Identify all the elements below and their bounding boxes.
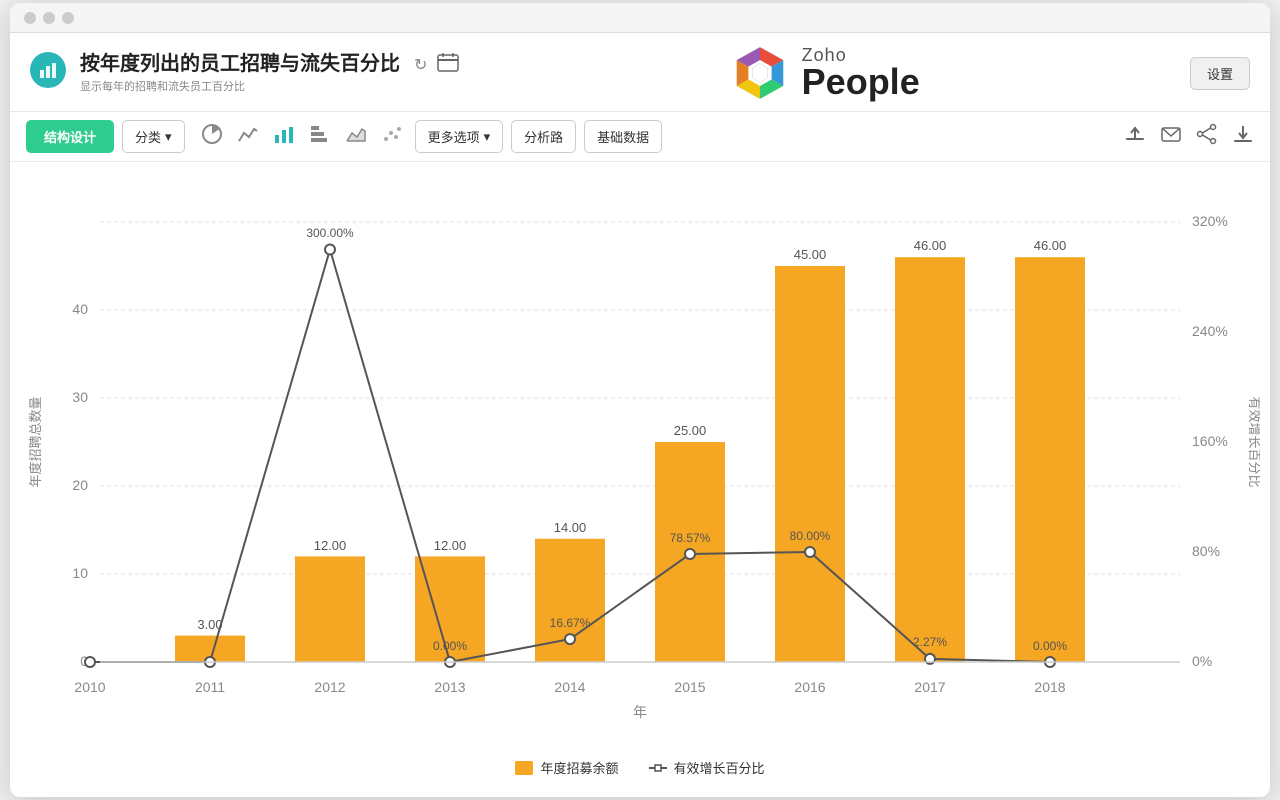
svg-text:45.00: 45.00 [794,247,827,262]
svg-text:300.00%: 300.00% [306,226,354,240]
svg-text:12.00: 12.00 [434,538,467,553]
svg-text:0.00%: 0.00% [433,639,467,653]
svg-text:80%: 80% [1192,543,1220,559]
close-dot[interactable] [24,12,36,24]
svg-text:240%: 240% [1192,323,1228,339]
maximize-dot[interactable] [62,12,74,24]
svg-text:2010: 2010 [74,679,105,695]
header-left: 按年度列出的员工招聘与流失百分比 显示每年的招聘和流失员工百分比 ↻ [30,52,459,94]
svg-text:2017: 2017 [914,679,945,695]
svg-text:16.67%: 16.67% [550,616,591,630]
main-window: 按年度列出的员工招聘与流失百分比 显示每年的招聘和流失员工百分比 ↻ [10,3,1270,797]
chart-area: 0 10 20 30 40 0% 80% 160% 240% 320% 年度招聘… [10,162,1270,797]
logo-text: Zoho People [802,46,920,100]
svg-text:2011: 2011 [195,679,225,695]
svg-text:80.00%: 80.00% [790,529,831,543]
email-icon-button[interactable] [1160,123,1182,150]
report-icon [30,52,66,88]
bar-2016 [775,266,845,662]
chart-legend: 年度招募余额 有效增长百分比 [20,752,1260,787]
scatter-chart-button[interactable] [377,121,407,152]
area-chart-button[interactable] [341,121,371,152]
svg-text:46.00: 46.00 [914,238,947,253]
legend-line-item: 有效增长百分比 [649,758,765,777]
svg-text:14.00: 14.00 [554,520,587,535]
pie-chart-button[interactable] [197,121,227,152]
svg-text:160%: 160% [1192,433,1228,449]
svg-text:20: 20 [72,477,88,493]
more-chevron: ▾ [484,129,491,145]
svg-text:有效增长百分比: 有效增长百分比 [1247,396,1260,487]
chart-container: 0 10 20 30 40 0% 80% 160% 240% 320% 年度招聘… [20,172,1260,752]
title-bar [10,3,1270,33]
header-actions: ↻ [414,52,459,77]
svg-text:40: 40 [72,301,88,317]
logo-area: Zoho People [730,43,920,103]
upload-icon-button[interactable] [1124,123,1146,150]
line-chart-button[interactable] [233,121,263,152]
svg-text:2013: 2013 [434,679,465,695]
logo-icon [730,43,790,103]
svg-text:12.00: 12.00 [314,538,347,553]
chart-type-buttons [197,121,407,152]
category-chevron: ▾ [165,129,172,145]
toolbar: 结构设计 分类 ▾ [10,112,1270,162]
svg-text:25.00: 25.00 [674,423,707,438]
more-options-button[interactable]: 更多选项 ▾ [415,120,504,153]
svg-text:78.57%: 78.57% [670,531,711,545]
legend-line-label: 有效增长百分比 [674,758,765,777]
svg-text:0.00%: 0.00% [1033,639,1067,653]
analysis-button[interactable]: 分析路 [511,120,576,153]
line-point-2010 [85,657,95,667]
svg-text:2014: 2014 [554,679,585,695]
legend-bar-label: 年度招募余额 [540,758,618,777]
basic-data-button[interactable]: 基础数据 [584,120,662,153]
share-icon-button[interactable] [1196,123,1218,150]
svg-text:46.00: 46.00 [1034,238,1067,253]
svg-text:30: 30 [72,389,88,405]
chart-svg: 0 10 20 30 40 0% 80% 160% 240% 320% 年度招聘… [20,172,1260,752]
bar-2017 [895,257,965,662]
line-point-2016 [805,547,815,557]
page-subtitle: 显示每年的招聘和流失员工百分比 [80,78,400,94]
more-options-label: 更多选项 [428,127,480,146]
svg-text:2016: 2016 [794,679,825,695]
download-icon-button[interactable] [1232,123,1254,150]
bar-2012 [295,556,365,662]
calendar-icon[interactable] [437,52,459,77]
line-point-2014 [565,634,575,644]
bar-chart-button[interactable] [269,121,299,152]
svg-text:2.27%: 2.27% [913,635,947,649]
category-label: 分类 [135,127,161,146]
svg-text:年度招聘总数量: 年度招聘总数量 [28,396,43,487]
svg-text:2018: 2018 [1034,679,1065,695]
svg-text:0%: 0% [1192,653,1212,669]
line-point-2012 [325,245,335,255]
legend-bar-item: 年度招募余额 [515,758,618,777]
svg-text:年: 年 [633,704,647,720]
refresh-icon[interactable]: ↻ [414,55,427,75]
legend-line-color [649,761,667,775]
svg-text:10: 10 [72,565,88,581]
minimize-dot[interactable] [43,12,55,24]
svg-text:2012: 2012 [314,679,345,695]
page-header: 按年度列出的员工招聘与流失百分比 显示每年的招聘和流失员工百分比 ↻ [10,33,1270,112]
category-button[interactable]: 分类 ▾ [122,120,185,153]
window-controls [24,12,74,24]
legend-bar-color [515,761,533,775]
toolbar-right-actions [1124,123,1254,150]
horizontal-bar-button[interactable] [305,121,335,152]
settings-button[interactable]: 设置 [1190,57,1250,90]
svg-text:2015: 2015 [674,679,705,695]
svg-text:320%: 320% [1192,213,1228,229]
header-title-block: 按年度列出的员工招聘与流失百分比 显示每年的招聘和流失员工百分比 [80,52,400,94]
page-title: 按年度列出的员工招聘与流失百分比 [80,52,400,76]
edit-design-button[interactable]: 结构设计 [26,120,114,153]
people-label: People [802,64,920,100]
bar-2018 [1015,257,1085,662]
line-point-2015 [685,549,695,559]
